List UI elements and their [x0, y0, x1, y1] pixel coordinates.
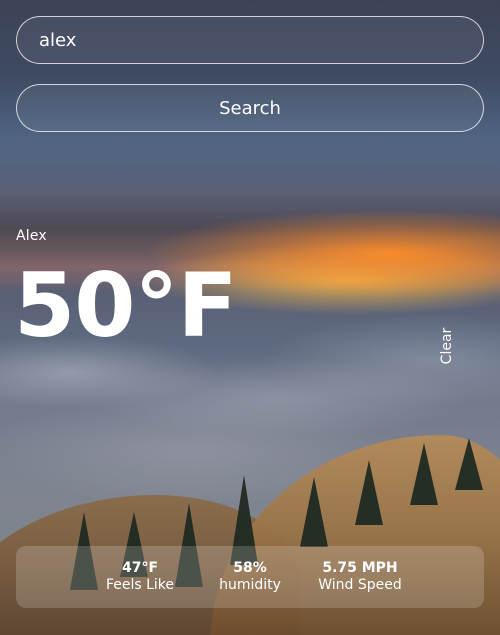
location-name: Alex: [16, 228, 47, 244]
stat-value: 5.75 MPH: [322, 559, 398, 576]
stat-value: 58%: [233, 559, 267, 576]
stat-value: 47°F: [121, 559, 159, 576]
stat-wind-speed: 5.75 MPH Wind Speed: [305, 560, 415, 594]
search-button[interactable]: Search: [16, 84, 484, 132]
stat-humidity: 58% humidity: [195, 560, 305, 594]
current-temperature: 50°F: [14, 254, 238, 357]
weather-stats-card: 47°F Feels Like 58% humidity 5.75 MPH Wi…: [16, 546, 484, 608]
stat-label: humidity: [219, 576, 281, 593]
weather-condition: Clear: [439, 327, 455, 365]
search-input[interactable]: [16, 16, 484, 64]
stat-feels-like: 47°F Feels Like: [85, 560, 195, 594]
stat-label: Wind Speed: [318, 576, 402, 593]
stat-label: Feels Like: [105, 576, 175, 593]
